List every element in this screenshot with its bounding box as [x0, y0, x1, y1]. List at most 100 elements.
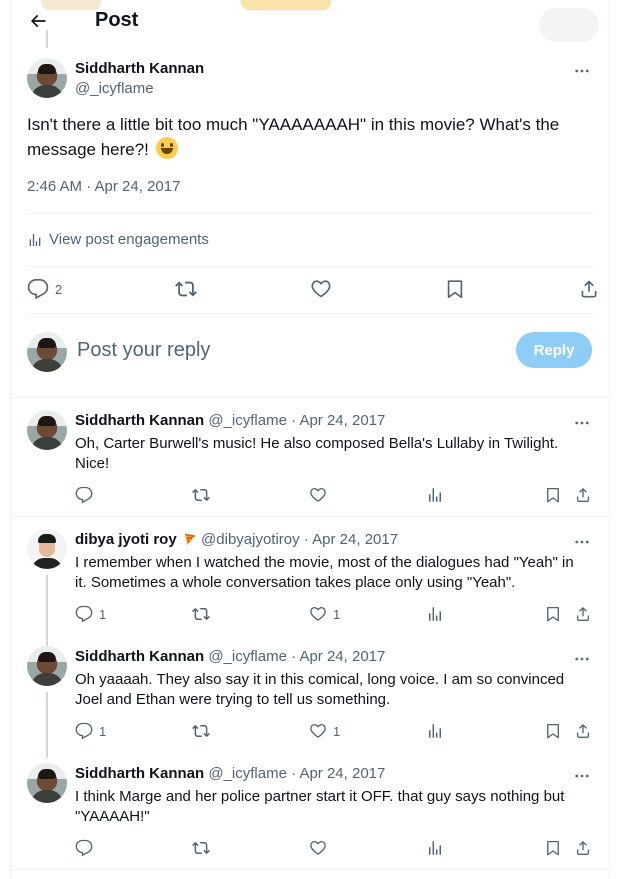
- more-icon[interactable]: [573, 767, 591, 785]
- list-item[interactable]: Siddharth Kannan @_icyflame · Apr 24, 20…: [11, 634, 610, 758]
- repost-icon: [192, 486, 210, 504]
- divider: [11, 869, 609, 870]
- reply-input[interactable]: Post your reply: [77, 339, 210, 362]
- like-button[interactable]: 1: [309, 605, 340, 623]
- like-button[interactable]: [309, 486, 327, 504]
- share-button[interactable]: [574, 486, 592, 504]
- reply-count: 2: [55, 281, 63, 297]
- reply-text: Oh, Carter Burwell's music! He also comp…: [75, 435, 559, 472]
- reply-date[interactable]: Apr 24, 2017: [299, 765, 385, 782]
- avatar[interactable]: [27, 529, 67, 569]
- like-count: 1: [333, 606, 341, 622]
- reply-button[interactable]: [75, 839, 93, 857]
- repost-button[interactable]: [192, 605, 210, 623]
- author-name[interactable]: Siddharth Kannan: [75, 765, 204, 782]
- like-icon: [309, 486, 327, 504]
- reply-actions: 1 1: [75, 605, 605, 625]
- repost-button[interactable]: [192, 486, 210, 504]
- repost-icon: [192, 722, 210, 740]
- repost-icon: [192, 605, 210, 623]
- author-handle[interactable]: @_icyflame: [208, 648, 287, 665]
- reply-actions: 1 1: [75, 722, 605, 742]
- share-button[interactable]: [574, 839, 592, 857]
- author-handle[interactable]: @_icyflame: [75, 80, 154, 97]
- reply-header: Siddharth Kannan @_icyflame · Apr 24, 20…: [75, 648, 385, 665]
- author-handle[interactable]: @_icyflame: [208, 412, 287, 429]
- like-icon: [309, 605, 327, 623]
- engagements-label: View post engagements: [49, 231, 209, 248]
- pizza-icon: [184, 533, 196, 546]
- reply-button[interactable]: 1: [75, 722, 106, 740]
- more-icon[interactable]: [573, 62, 591, 80]
- analytics-icon: [426, 486, 444, 504]
- more-icon[interactable]: [573, 533, 591, 551]
- author-handle[interactable]: @dibyajyotiroy: [201, 531, 300, 548]
- divider: [27, 313, 593, 314]
- reply-date[interactable]: Apr 24, 2017: [299, 648, 385, 665]
- views-button[interactable]: [426, 722, 444, 740]
- reply-button[interactable]: 1: [75, 605, 106, 623]
- author-name[interactable]: Siddharth Kannan: [75, 60, 204, 77]
- reply-header: Siddharth Kannan @_icyflame · Apr 24, 20…: [75, 765, 385, 782]
- share-button[interactable]: [578, 278, 600, 300]
- list-item[interactable]: Siddharth Kannan @_icyflame · Apr 24, 20…: [11, 751, 609, 870]
- share-icon: [574, 722, 592, 740]
- post-page: Post Siddharth Kannan @_icyflame Isn't t…: [10, 0, 610, 879]
- avatar[interactable]: [27, 332, 67, 372]
- views-button[interactable]: [426, 486, 444, 504]
- more-icon[interactable]: [573, 650, 591, 668]
- share-button[interactable]: [574, 722, 592, 740]
- view-engagements-link[interactable]: View post engagements: [27, 231, 209, 248]
- author-handle[interactable]: @_icyflame: [208, 765, 287, 782]
- separator: ·: [291, 412, 297, 429]
- reply-icon: [75, 722, 93, 740]
- reply-button[interactable]: [75, 486, 93, 504]
- like-button[interactable]: 1: [309, 722, 340, 740]
- bookmark-button[interactable]: [544, 605, 562, 623]
- list-item[interactable]: Siddharth Kannan @_icyflame · Apr 24, 20…: [11, 398, 609, 517]
- author-name[interactable]: Siddharth Kannan: [75, 412, 204, 429]
- bookmark-button[interactable]: [444, 278, 466, 300]
- author-name[interactable]: Siddharth Kannan: [75, 648, 204, 665]
- reply-date[interactable]: Apr 24, 2017: [299, 412, 385, 429]
- avatar[interactable]: [27, 410, 67, 450]
- avatar[interactable]: [27, 646, 67, 686]
- bookmark-button[interactable]: [544, 839, 562, 857]
- bookmark-button[interactable]: [544, 722, 562, 740]
- bookmark-icon: [544, 839, 562, 857]
- like-button[interactable]: [310, 278, 332, 300]
- reply-text: Oh yaaaah. They also say it in this comi…: [75, 671, 565, 708]
- repost-button[interactable]: [192, 839, 210, 857]
- share-icon: [574, 605, 592, 623]
- reply-button[interactable]: 2: [27, 278, 62, 300]
- share-button[interactable]: [574, 605, 592, 623]
- post-timestamp[interactable]: 2:46 AM · Apr 24, 2017: [27, 178, 180, 195]
- list-item[interactable]: dibya jyoti roy @dibyajyotiroy · Apr 24,…: [11, 517, 610, 651]
- views-button[interactable]: [426, 605, 444, 623]
- author-name[interactable]: dibya jyoti roy: [75, 531, 177, 548]
- post-text-content: Isn't there a little bit too much "YAAAA…: [27, 115, 560, 159]
- divider: [27, 213, 593, 214]
- reply-icon: [75, 605, 93, 623]
- share-icon: [578, 278, 600, 300]
- reply-count: 1: [99, 606, 107, 622]
- avatar[interactable]: [27, 58, 67, 98]
- bookmark-button[interactable]: [544, 486, 562, 504]
- reply-submit-button[interactable]: Reply: [516, 332, 592, 368]
- reply-header: Siddharth Kannan @_icyflame · Apr 24, 20…: [75, 412, 385, 429]
- bookmark-icon: [544, 722, 562, 740]
- repost-button[interactable]: [175, 278, 197, 300]
- post-actions: 2: [27, 278, 593, 302]
- reply-header: dibya jyoti roy @dibyajyotiroy · Apr 24,…: [75, 531, 398, 548]
- share-icon: [574, 839, 592, 857]
- more-icon[interactable]: [573, 414, 591, 432]
- like-button[interactable]: [309, 839, 327, 857]
- grinning-face-icon: [155, 137, 178, 159]
- reply-date[interactable]: Apr 24, 2017: [312, 531, 398, 548]
- repost-button[interactable]: [192, 722, 210, 740]
- avatar[interactable]: [27, 763, 67, 803]
- repost-icon: [192, 839, 210, 857]
- share-icon: [574, 486, 592, 504]
- views-button[interactable]: [426, 839, 444, 857]
- back-button[interactable]: [27, 10, 49, 32]
